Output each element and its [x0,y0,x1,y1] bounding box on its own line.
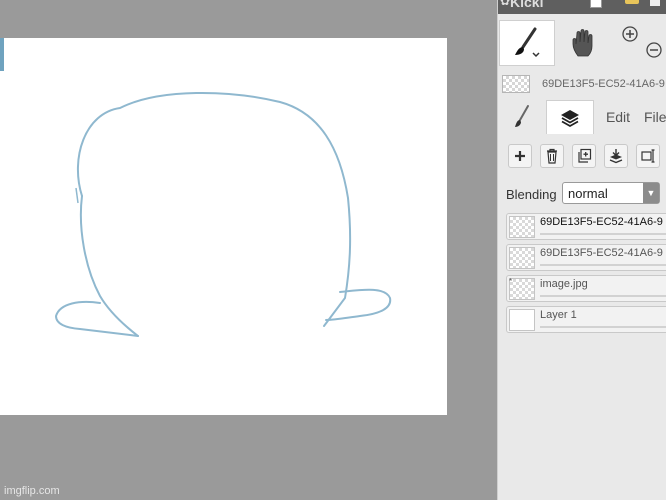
blending-value: normal [568,186,608,201]
canvas-selection-marker [0,38,4,71]
brush-icon [515,27,540,58]
hand-tool-button[interactable] [558,20,610,66]
document-name: 69DE13F5-EC52-41A6-9 [542,78,665,90]
layer-toolbar [498,140,666,174]
layer-opacity-bar[interactable] [540,233,666,235]
layer-item[interactable]: 69DE13F5-EC52-41A6-9 [506,244,666,271]
blending-select[interactable]: normal ▼ [562,182,660,204]
layer-opacity-bar[interactable] [540,326,666,328]
layers-icon [561,109,579,127]
tab-layers[interactable] [546,100,594,134]
layer-item[interactable]: 69DE13F5-EC52-41A6-9 [506,213,666,240]
merge-layer-icon [609,149,623,164]
brush-icon [515,105,529,127]
layer-thumbnail [509,309,535,331]
brush-tool-button[interactable] [499,20,555,66]
delete-layer-icon [547,148,557,164]
top-bar: ✿ Kicki [498,0,666,14]
more-icon[interactable] [650,0,660,6]
merge-layer-button[interactable] [604,144,628,168]
zoom-out-icon [646,42,662,58]
layer-thumbnail [509,247,535,269]
layer-opacity-bar[interactable] [540,295,666,297]
blending-row: Blending normal ▼ [498,180,666,206]
add-layer-button[interactable] [508,144,532,168]
transform-icon [641,149,655,163]
transform-button[interactable] [636,144,660,168]
side-panel: ✿ Kicki 69DE13F5-EC52-41A6-9 Edit File B… [497,0,666,500]
document-row[interactable]: 69DE13F5-EC52-41A6-9 [498,72,666,96]
checkbox-icon[interactable] [590,0,602,8]
zoom-out-button[interactable] [646,42,662,58]
layer-list: 69DE13F5-EC52-41A6-9 69DE13F5-EC52-41A6-… [498,213,666,337]
panel-tabs: Edit File [498,100,666,134]
duplicate-layer-icon [578,148,592,163]
zoom-in-button[interactable] [622,26,638,42]
layer-name: 69DE13F5-EC52-41A6-9 [540,247,663,259]
hand-icon [572,29,593,57]
layer-thumbnail [509,278,535,300]
chevron-down-icon: ▼ [643,183,659,203]
layer-flag-icon: * [509,277,513,286]
zoom-in-icon [622,26,638,42]
delete-layer-button[interactable] [540,144,564,168]
blending-label: Blending [506,187,557,202]
tab-brush[interactable] [502,100,542,134]
layer-item[interactable]: * image.jpg [506,275,666,302]
layer-name: Layer 1 [540,309,577,321]
workspace: imgflip.com [0,0,497,500]
hair-sketch [54,91,392,337]
duplicate-layer-button[interactable] [572,144,596,168]
add-layer-icon [515,151,525,161]
layer-name: image.jpg [540,278,588,290]
document-thumbnail [502,75,530,93]
layer-thumbnail [509,216,535,238]
layer-name: 69DE13F5-EC52-41A6-9 [540,216,663,228]
app-name: Kicki [510,0,544,10]
watermark: imgflip.com [4,485,60,497]
tool-bar [498,20,666,66]
tab-edit[interactable]: Edit [598,100,638,134]
app-logo-icon: ✿ [500,0,511,8]
layer-opacity-bar[interactable] [540,264,666,266]
drawing-canvas[interactable] [0,38,447,415]
folder-icon[interactable] [625,0,639,4]
tab-file[interactable]: File [644,100,666,134]
layer-item[interactable]: Layer 1 [506,306,666,333]
